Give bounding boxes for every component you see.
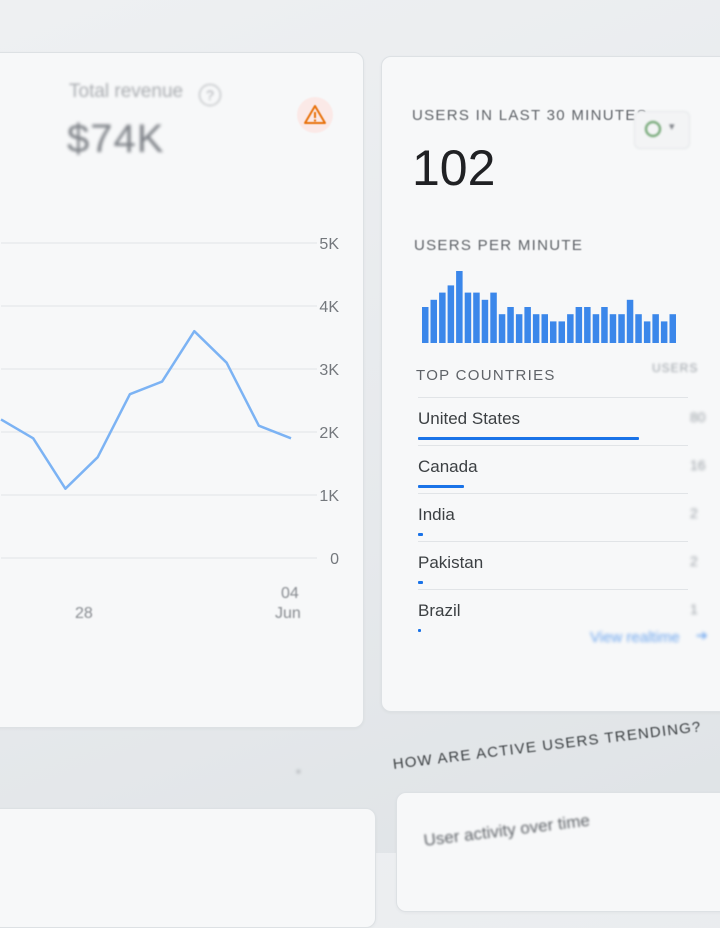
- minute-bar[interactable]: [515, 314, 523, 343]
- minute-bar[interactable]: [601, 307, 608, 343]
- view-realtime-link[interactable]: View realtime: [590, 629, 680, 646]
- revenue-title: Total revenue: [69, 81, 184, 102]
- minute-bar[interactable]: [447, 285, 455, 343]
- bottom-left-card: [0, 808, 376, 928]
- country-row[interactable]: India 2: [418, 493, 698, 541]
- y-tick-label: 0: [330, 551, 339, 568]
- row-divider: [418, 397, 688, 398]
- country-users: 2: [690, 553, 698, 569]
- status-circle-icon: [645, 121, 661, 137]
- revenue-series-line: [0, 329, 292, 490]
- minute-bar[interactable]: [532, 314, 540, 343]
- country-name: Brazil: [418, 601, 461, 620]
- revenue-value: $74K: [67, 117, 165, 161]
- minute-bar[interactable]: [507, 307, 514, 343]
- minute-bar[interactable]: [660, 321, 668, 343]
- total-revenue-card: Total revenue ? $74K 5K 4K 3K 2K 1K 0 28 04 J…: [0, 52, 364, 728]
- minute-bar[interactable]: [422, 307, 429, 343]
- minute-bar[interactable]: [558, 321, 566, 343]
- country-share-bar: [418, 581, 423, 584]
- row-divider: [418, 445, 688, 446]
- user-activity-title: User activity over time: [422, 810, 591, 851]
- x-label-first: 28: [75, 605, 93, 622]
- y-tick-label: 1K: [319, 488, 339, 505]
- country-users: 2: [690, 505, 698, 521]
- minute-bar[interactable]: [473, 292, 480, 343]
- country-share-bar: [418, 485, 464, 488]
- minute-bar[interactable]: [498, 314, 506, 343]
- revenue-line-chart: 5K 4K 3K 2K 1K 0: [0, 236, 339, 568]
- country-share-bar: [418, 533, 423, 536]
- minute-bar[interactable]: [643, 321, 651, 343]
- country-row[interactable]: Pakistan 2: [418, 541, 698, 589]
- country-row[interactable]: Canada 16: [418, 445, 706, 493]
- minute-bar[interactable]: [490, 292, 497, 343]
- minute-bar[interactable]: [584, 307, 591, 343]
- row-divider: [418, 493, 688, 494]
- x-label-month: Jun: [275, 605, 301, 622]
- minute-bar[interactable]: [626, 299, 634, 343]
- minute-bar[interactable]: [464, 292, 472, 343]
- country-users: 80: [690, 409, 706, 425]
- arrow-right-icon[interactable]: ➔: [696, 627, 708, 644]
- row-divider: [418, 589, 688, 590]
- top-countries-label: TOP COUNTRIES: [416, 367, 556, 384]
- help-icon[interactable]: ?: [199, 84, 221, 106]
- pagination-dot: •: [296, 763, 301, 779]
- y-tick-label: 2K: [319, 425, 339, 442]
- chevron-down-icon: ▾: [669, 121, 675, 133]
- country-name: Canada: [418, 457, 478, 476]
- warning-icon[interactable]: [297, 97, 333, 133]
- users-30min-label: USERS IN LAST 30 MINUTES: [412, 107, 648, 124]
- minute-bar[interactable]: [456, 271, 463, 343]
- y-tick-label: 5K: [319, 236, 339, 253]
- row-divider: [418, 541, 688, 542]
- minute-bar[interactable]: [635, 314, 642, 343]
- country-name: United States: [418, 409, 521, 428]
- minute-bar[interactable]: [652, 314, 659, 343]
- trending-heading: HOW ARE ACTIVE USERS TRENDING?: [391, 718, 703, 773]
- country-share-bar: [418, 437, 639, 440]
- country-share-bar: [418, 629, 421, 632]
- minute-bar[interactable]: [592, 314, 600, 343]
- x-label-day: 04: [281, 585, 299, 602]
- minute-bar[interactable]: [524, 307, 531, 343]
- minute-bar[interactable]: [618, 314, 625, 343]
- minute-bar[interactable]: [609, 314, 617, 343]
- users-column-label: USERS: [652, 361, 699, 375]
- y-tick-label: 3K: [319, 362, 339, 379]
- y-tick-label: 4K: [319, 299, 339, 316]
- country-name: India: [418, 505, 455, 524]
- minute-bar[interactable]: [430, 299, 438, 343]
- minute-bar[interactable]: [481, 299, 489, 343]
- minute-bar[interactable]: [669, 314, 677, 343]
- users-per-minute-label: USERS PER MINUTE: [414, 237, 584, 254]
- minute-bar[interactable]: [550, 321, 557, 343]
- minute-bar[interactable]: [567, 314, 574, 343]
- users-30min-value: 102: [412, 140, 496, 196]
- user-activity-card: User activity over time: [396, 792, 720, 912]
- country-users: 16: [690, 457, 706, 473]
- country-name: Pakistan: [418, 553, 484, 572]
- minute-bar[interactable]: [541, 314, 549, 343]
- country-users: 1: [690, 601, 698, 617]
- users-per-minute-chart: [422, 271, 677, 343]
- minute-bar[interactable]: [575, 307, 583, 343]
- country-row[interactable]: United States 80: [418, 397, 706, 445]
- realtime-card: USERS IN LAST 30 MINUTES 102 ▾ USERS PER…: [381, 56, 720, 712]
- compare-dropdown-button[interactable]: ▾: [634, 111, 690, 149]
- minute-bar[interactable]: [439, 292, 446, 343]
